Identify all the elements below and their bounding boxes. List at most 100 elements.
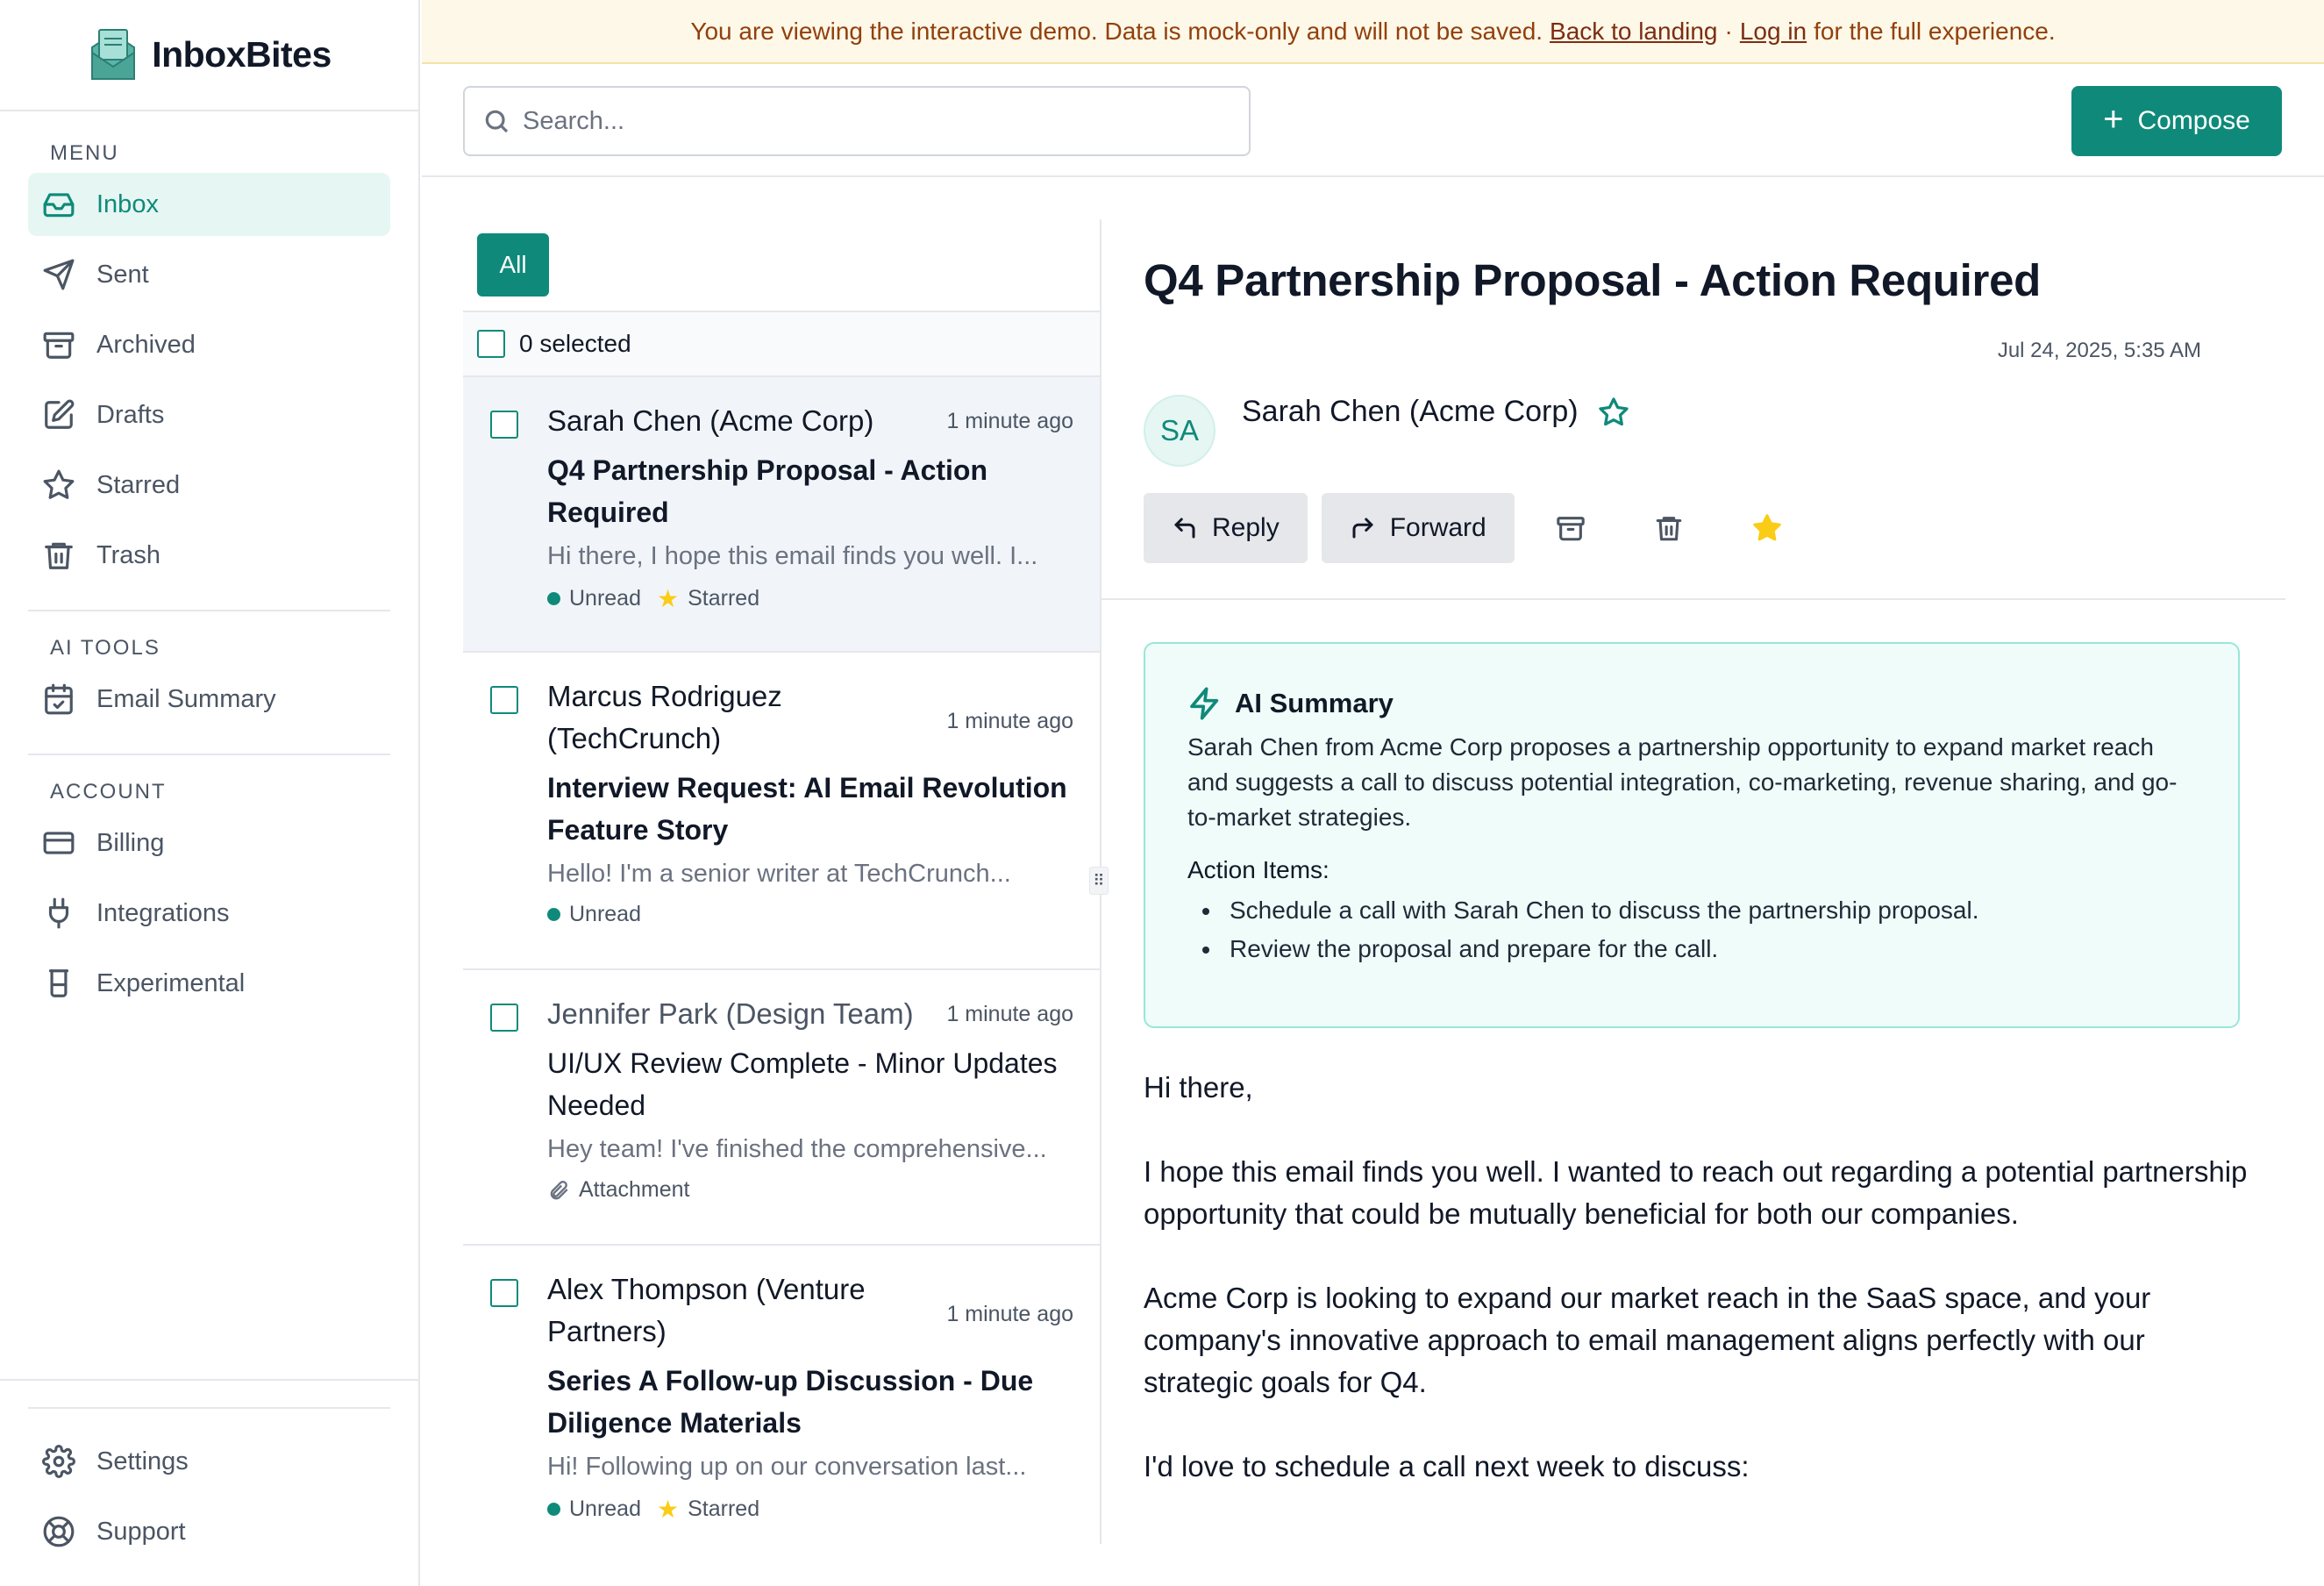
reply-label: Reply xyxy=(1212,513,1280,542)
forward-label: Forward xyxy=(1389,513,1486,542)
banner-suffix: for the full experience. xyxy=(1814,17,2056,45)
credit-card-icon xyxy=(43,832,75,854)
email-subject: Interview Request: AI Email Revolution F… xyxy=(547,772,1067,846)
email-tags: Unread ★ Starred xyxy=(547,1495,1073,1524)
email-sender: Jennifer Park (Design Team) xyxy=(547,997,914,1030)
starred-label: Starred xyxy=(688,1497,760,1521)
delete-button[interactable] xyxy=(1634,493,1704,563)
email-title: Q4 Partnership Proposal - Action Require… xyxy=(1144,255,2041,305)
back-to-landing-link[interactable]: Back to landing xyxy=(1550,18,1717,46)
search-icon xyxy=(485,110,509,133)
email-preview: Hello! I'm a senior writer at TechCrunch… xyxy=(547,860,1011,888)
sidebar-item-sent[interactable]: Sent xyxy=(28,243,390,306)
logo-icon xyxy=(91,28,136,80)
filter-all-button[interactable]: All xyxy=(477,233,549,296)
sidebar: InboxBites MENU Inbox Sent Archived Draf… xyxy=(0,0,420,1586)
login-link[interactable]: Log in xyxy=(1740,18,1807,46)
forward-button[interactable]: Forward xyxy=(1321,493,1515,563)
body-paragraph: I hope this email finds you well. I want… xyxy=(1144,1155,2248,1230)
sidebar-item-label: Email Summary xyxy=(96,684,276,713)
unread-label: Unread xyxy=(569,902,641,926)
action-item: Schedule a call with Sarah Chen to discu… xyxy=(1223,891,2196,930)
email-checkbox[interactable] xyxy=(490,411,518,439)
attachment-label: Attachment xyxy=(579,1177,690,1202)
sidebar-item-experimental[interactable]: Experimental xyxy=(28,952,390,1015)
action-item: Review the proposal and prepare for the … xyxy=(1223,930,2196,968)
email-sender: Sarah Chen (Acme Corp) xyxy=(547,404,874,437)
action-items-list: Schedule a call with Sarah Chen to discu… xyxy=(1187,891,2196,968)
sidebar-item-support[interactable]: Support xyxy=(28,1500,390,1563)
email-time: 1 minute ago xyxy=(946,709,1073,733)
compose-button[interactable]: + Compose xyxy=(2071,86,2282,156)
sidebar-item-label: Inbox xyxy=(96,189,159,218)
selected-count: 0 selected xyxy=(519,330,631,357)
sender-row: Sarah Chen (Acme Corp) xyxy=(1242,395,1629,429)
demo-banner: You are viewing the interactive demo. Da… xyxy=(422,0,2324,64)
sidebar-item-label: Drafts xyxy=(96,400,165,429)
star-filled-icon xyxy=(1753,514,1781,541)
unread-dot-icon xyxy=(547,1503,560,1516)
action-items-label: Action Items: xyxy=(1187,856,1330,883)
sidebar-item-label: Archived xyxy=(96,330,196,359)
email-subject: UI/UX Review Complete - Minor Updates Ne… xyxy=(547,1047,1058,1121)
reply-icon xyxy=(1174,518,1195,539)
trash-icon xyxy=(45,542,73,569)
email-item[interactable]: 1 minute ago Jennifer Park (Design Team)… xyxy=(463,970,1101,1246)
ai-tools-section-label: AI TOOLS xyxy=(50,636,160,660)
ai-summary-text: Sarah Chen from Acme Corp proposes a par… xyxy=(1187,733,2178,831)
sidebar-item-label: Integrations xyxy=(96,898,230,927)
archive-button[interactable] xyxy=(1536,493,1606,563)
star-button[interactable] xyxy=(1732,493,1802,563)
sidebar-item-label: Sent xyxy=(96,260,149,289)
sidebar-item-label: Experimental xyxy=(96,968,246,997)
sidebar-item-starred[interactable]: Starred xyxy=(28,454,390,517)
unread-label: Unread xyxy=(569,586,641,611)
body-paragraph: Hi there, xyxy=(1144,1071,1253,1104)
star-icon: ★ xyxy=(657,585,680,612)
sidebar-item-integrations[interactable]: Integrations xyxy=(28,882,390,945)
email-subject: Q4 Partnership Proposal - Action Require… xyxy=(547,454,988,528)
email-item[interactable]: 1 minute ago Alex Thompson (Venture Part… xyxy=(463,1246,1101,1544)
archive-icon xyxy=(1557,517,1585,541)
sidebar-item-trash[interactable]: Trash xyxy=(28,524,390,587)
edit-icon xyxy=(45,399,75,429)
sidebar-item-settings[interactable]: Settings xyxy=(28,1430,390,1493)
email-tags: Attachment xyxy=(547,1177,1073,1203)
topbar: + Compose xyxy=(422,64,2324,177)
search-input[interactable] xyxy=(523,106,1224,136)
email-item[interactable]: 1 minute ago Sarah Chen (Acme Corp) Q4 P… xyxy=(463,377,1101,653)
email-body: Hi there, I hope this email finds you we… xyxy=(1144,1067,2249,1530)
archive-icon xyxy=(43,332,75,359)
plug-icon xyxy=(48,897,69,929)
send-icon xyxy=(43,259,75,290)
email-checkbox[interactable] xyxy=(490,1279,518,1307)
search-box[interactable] xyxy=(463,86,1251,156)
email-sender: Alex Thompson (Venture Partners) xyxy=(547,1273,866,1347)
plus-icon: + xyxy=(2103,100,2124,139)
star-outline-icon[interactable] xyxy=(1598,396,1629,428)
calendar-check-icon xyxy=(45,683,73,715)
detail-divider xyxy=(1101,598,2285,600)
sidebar-item-billing[interactable]: Billing xyxy=(28,811,390,875)
sidebar-item-drafts[interactable]: Drafts xyxy=(28,383,390,447)
sidebar-item-archived[interactable]: Archived xyxy=(28,313,390,376)
sidebar-footer: Settings Support xyxy=(0,1379,418,1586)
avatar: SA xyxy=(1144,395,1215,467)
email-checkbox[interactable] xyxy=(490,1004,518,1032)
gear-icon xyxy=(42,1445,75,1478)
email-preview: Hi! Following up on our conversation las… xyxy=(547,1453,1027,1481)
email-list: 1 minute ago Sarah Chen (Acme Corp) Q4 P… xyxy=(463,377,1101,1544)
account-section-label: ACCOUNT xyxy=(50,780,167,804)
star-icon: ★ xyxy=(657,1496,680,1523)
sidebar-item-email-summary[interactable]: Email Summary xyxy=(28,668,390,731)
reply-button[interactable]: Reply xyxy=(1144,493,1308,563)
email-item[interactable]: 1 minute ago Marcus Rodriguez (TechCrunc… xyxy=(463,653,1101,970)
logo[interactable]: InboxBites xyxy=(0,0,418,111)
email-checkbox[interactable] xyxy=(490,686,518,714)
select-all-checkbox[interactable] xyxy=(477,330,505,358)
sidebar-item-inbox[interactable]: Inbox xyxy=(28,173,390,236)
email-date: Jul 24, 2025, 5:35 AM xyxy=(1997,339,2201,362)
sender-name: Sarah Chen (Acme Corp) xyxy=(1242,395,1579,428)
sidebar-divider xyxy=(28,754,390,755)
compose-label: Compose xyxy=(2137,106,2250,135)
